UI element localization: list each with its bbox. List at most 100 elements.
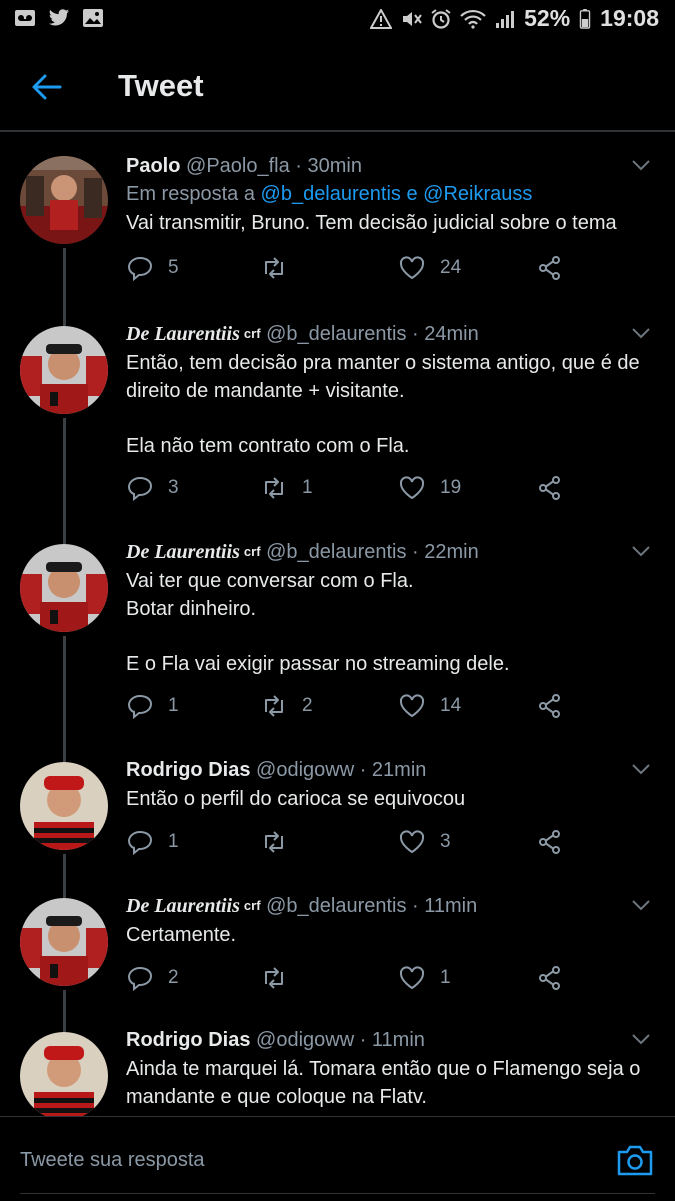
reply-count: 1 [168, 695, 179, 716]
author-name[interactable]: De Laurentiis [126, 895, 240, 917]
tweet-meta: De Laurentiis crf @b_delaurentis · 11min [126, 892, 651, 920]
tweet-meta: De Laurentiis crf @b_delaurentis · 22min [126, 538, 651, 566]
reply-thread: Paolo @Paolo_fla · 30min Em resposta a @… [0, 134, 675, 1116]
retweet-button[interactable] [260, 964, 302, 992]
heart-icon [399, 694, 425, 718]
tweet-text: Então, tem decisão pra manter o sistema … [126, 352, 640, 457]
author-name[interactable]: Paolo [126, 155, 180, 177]
reply-to-line: Em resposta a @b_delaurentis e @Reikraus… [126, 180, 651, 208]
reply-icon [127, 966, 153, 992]
avatar[interactable] [20, 762, 108, 850]
reply-icon [127, 830, 153, 856]
avatar[interactable] [20, 156, 108, 244]
chevron-down-icon[interactable] [631, 158, 651, 172]
like-button[interactable]: 1 [398, 964, 451, 992]
share-button[interactable] [536, 692, 564, 720]
thread-line [63, 318, 66, 326]
share-button[interactable] [536, 474, 564, 502]
reply-icon [127, 256, 153, 282]
alarm-icon [431, 8, 451, 29]
avatar[interactable] [20, 1032, 108, 1116]
avatar[interactable] [20, 326, 108, 414]
share-button[interactable] [536, 828, 564, 856]
tweet[interactable]: Rodrigo Dias @odigoww · 21min Então o pe… [0, 754, 675, 890]
reply-button[interactable]: 3 [126, 474, 179, 502]
avatar[interactable] [20, 898, 108, 986]
retweet-button[interactable] [260, 828, 302, 856]
retweet-button[interactable] [260, 254, 302, 282]
reply-button[interactable]: 2 [126, 964, 179, 992]
tweet-time: · 11min [359, 1029, 425, 1051]
tweet-text: Vai ter que conversar com o Fla. Botar d… [126, 570, 510, 675]
retweet-button[interactable]: 1 [260, 474, 313, 502]
reply-composer: Tweete sua resposta [0, 1116, 675, 1201]
author-handle[interactable]: @Paolo_fla [186, 155, 290, 177]
thread-line [63, 418, 66, 536]
author-handle[interactable]: @b_delaurentis [266, 323, 406, 345]
chevron-down-icon[interactable] [631, 326, 651, 340]
author-handle[interactable]: @b_delaurentis [266, 895, 406, 917]
author-name[interactable]: De Laurentiis [126, 323, 240, 345]
reply-button[interactable]: 5 [126, 254, 179, 282]
share-button[interactable] [536, 254, 564, 282]
header-divider [0, 130, 675, 132]
thread-line [63, 990, 66, 1024]
author-handle[interactable]: @odigoww [256, 1029, 354, 1051]
twitter-icon [48, 9, 70, 26]
author-name[interactable]: Rodrigo Dias [126, 1029, 250, 1051]
heart-icon [399, 830, 425, 854]
author-name[interactable]: Rodrigo Dias [126, 759, 250, 781]
author-name[interactable]: De Laurentiis [126, 541, 240, 563]
heart-icon [399, 476, 425, 500]
tweet[interactable]: De Laurentiis crf @b_delaurentis · 22min … [0, 536, 675, 754]
battery-percent: 52% [524, 5, 571, 31]
reply-to-link[interactable]: @b_delaurentis e @Reikrauss [261, 183, 533, 205]
retweet-button[interactable]: 2 [260, 692, 313, 720]
retweet-count: 2 [302, 695, 313, 716]
page-title: Tweet [118, 68, 204, 103]
warning-icon [370, 8, 393, 29]
tweet-text: Então o perfil do carioca se equivocou [126, 788, 466, 810]
chevron-down-icon[interactable] [631, 762, 651, 776]
tweet[interactable]: Paolo @Paolo_fla · 30min Em resposta a @… [0, 134, 675, 318]
heart-icon [399, 966, 425, 990]
tweet[interactable]: De Laurentiis crf @b_delaurentis · 24min … [0, 318, 675, 536]
reply-button[interactable]: 1 [126, 828, 179, 856]
thread-line [63, 536, 66, 544]
camera-icon[interactable] [616, 1143, 654, 1177]
tweet-time: · 24min [412, 323, 479, 345]
author-handle[interactable]: @b_delaurentis [266, 541, 406, 563]
reply-icon [127, 476, 153, 502]
tweet-meta: Rodrigo Dias @odigoww · 21min [126, 756, 651, 784]
avatar[interactable] [20, 544, 108, 632]
chevron-down-icon[interactable] [631, 1032, 651, 1046]
reply-prefix: Em resposta a [126, 183, 255, 205]
wifi-icon [460, 9, 486, 29]
voicemail-icon [15, 10, 35, 26]
tweet[interactable]: Rodrigo Dias @odigoww · 11min Ainda te m… [0, 1024, 675, 1116]
share-button[interactable] [536, 964, 564, 992]
share-icon [539, 476, 560, 500]
reply-input[interactable]: Tweete sua resposta [20, 1149, 205, 1172]
tweet[interactable]: De Laurentiis crf @b_delaurentis · 11min … [0, 890, 675, 1024]
signal-icon [496, 10, 515, 28]
tweet-actions: 3 1 19 [126, 474, 576, 508]
chevron-down-icon[interactable] [631, 544, 651, 558]
author-handle[interactable]: @odigoww [256, 759, 354, 781]
tweet-time: · 21min [359, 759, 427, 781]
tweet-text: Ainda te marquei lá. Tomara então que o … [126, 1058, 641, 1108]
like-count: 19 [440, 477, 462, 498]
like-button[interactable]: 14 [398, 692, 461, 720]
arrow-left-icon[interactable] [30, 70, 64, 104]
like-count: 14 [440, 695, 462, 716]
heart-icon [399, 256, 425, 280]
thread-line [63, 890, 66, 898]
like-button[interactable]: 3 [398, 828, 451, 856]
like-button[interactable]: 24 [398, 254, 461, 282]
reply-count: 1 [168, 831, 179, 852]
like-button[interactable]: 19 [398, 474, 461, 502]
battery-icon [579, 8, 591, 29]
chevron-down-icon[interactable] [631, 898, 651, 912]
share-icon [539, 966, 560, 990]
reply-button[interactable]: 1 [126, 692, 179, 720]
